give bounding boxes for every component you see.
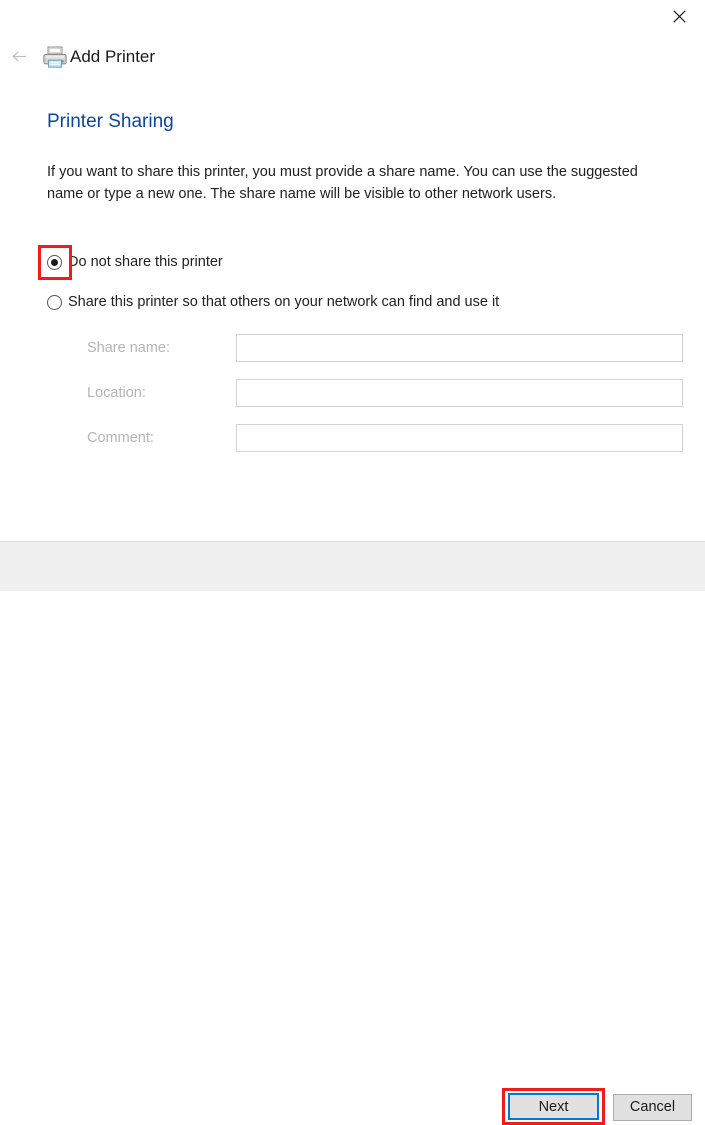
radio-do-not-share[interactable] — [47, 254, 62, 270]
intro-text: If you want to share this printer, you m… — [47, 164, 638, 202]
input-location[interactable] — [236, 379, 683, 407]
radio-option-do-not-share[interactable]: Do not share this printer — [47, 252, 223, 272]
add-printer-wizard: Add Printer Printer Sharing If you want … — [0, 0, 705, 1125]
radio-label-share-printer: Share this printer so that others on you… — [68, 294, 500, 310]
close-button[interactable] — [657, 0, 701, 32]
input-comment[interactable] — [236, 424, 683, 452]
footer-bar: Next Cancel — [0, 542, 705, 1125]
next-button[interactable]: Next — [508, 1093, 599, 1120]
label-comment: Comment: — [87, 430, 154, 446]
wizard-title: Add Printer — [70, 47, 156, 66]
nav-row: Add Printer — [0, 40, 705, 76]
input-share-name[interactable] — [236, 334, 683, 362]
label-share-name: Share name: — [87, 340, 171, 356]
title-bar — [0, 0, 705, 36]
radio-option-share-printer[interactable]: Share this printer so that others on you… — [47, 292, 499, 312]
cancel-button[interactable]: Cancel — [613, 1094, 692, 1121]
back-button[interactable] — [6, 42, 34, 70]
back-arrow-icon — [12, 50, 27, 62]
page-title: Printer Sharing — [47, 111, 174, 132]
printer-icon — [41, 43, 69, 71]
label-location: Location: — [87, 385, 146, 401]
radio-label-do-not-share: Do not share this printer — [68, 254, 223, 270]
close-icon — [672, 9, 686, 23]
radio-share-printer[interactable] — [47, 294, 62, 310]
